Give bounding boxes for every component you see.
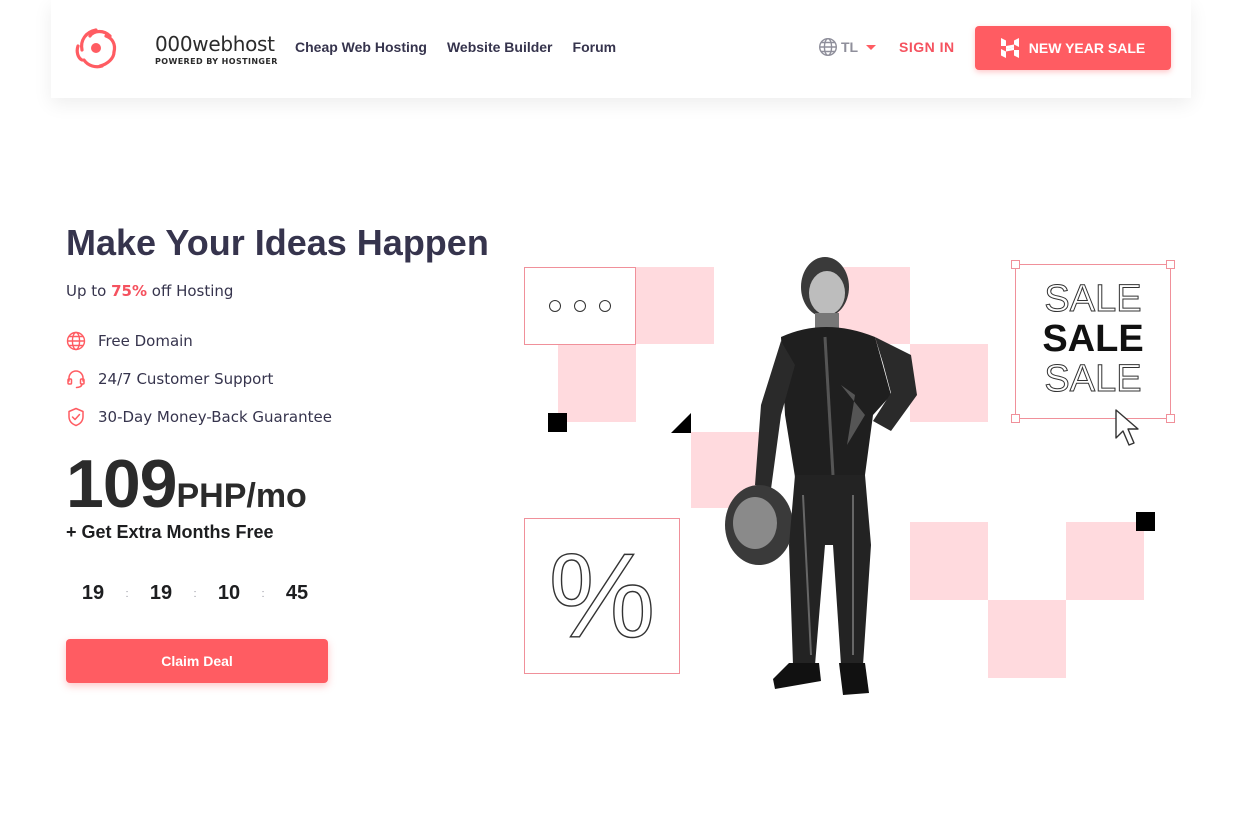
hero-title: Make Your Ideas Happen	[66, 222, 489, 263]
countdown-timer: 19 : 19 : 10 : 45	[70, 582, 320, 605]
pink-square	[636, 267, 714, 344]
feature-label: 30-Day Money-Back Guarantee	[98, 408, 332, 426]
feature-item: Free Domain	[66, 322, 332, 360]
hero-illustration: % SALE SALE SALE	[520, 240, 1220, 710]
price: 109 PHP/mo	[66, 445, 307, 523]
globe-icon	[66, 331, 86, 351]
language-selector[interactable]: TL	[818, 37, 877, 57]
mouse-cursor-icon	[1115, 409, 1139, 446]
chevron-down-icon	[866, 44, 877, 50]
dot-icon	[599, 300, 611, 312]
main-nav: Cheap Web Hosting Website Builder Forum	[295, 39, 616, 55]
logo-name: 000webhost	[155, 32, 275, 56]
black-square	[1136, 512, 1155, 531]
countdown-minutes: 10	[217, 582, 241, 604]
globe-icon	[818, 37, 838, 57]
countdown-seconds: 45	[285, 582, 309, 604]
countdown-hours: 19	[149, 582, 173, 604]
sale-word-outline: SALE	[1044, 358, 1142, 400]
corner-handle	[1166, 414, 1175, 423]
pink-square	[1066, 522, 1144, 600]
nav-forum[interactable]: Forum	[573, 39, 617, 55]
corner-handle	[1011, 260, 1020, 269]
feature-item: 30-Day Money-Back Guarantee	[66, 398, 332, 436]
hero-subtitle-prefix: Up to	[66, 282, 107, 300]
feature-label: Free Domain	[98, 332, 193, 350]
price-amount: 109	[66, 446, 177, 522]
feature-list: Free Domain 24/7 Customer Support 30-Day…	[66, 322, 332, 436]
countdown-days: 19	[81, 582, 105, 604]
countdown-separator: :	[193, 587, 197, 600]
dot-icon	[574, 300, 586, 312]
claim-deal-button[interactable]: Claim Deal	[66, 639, 328, 683]
corner-handle	[1011, 414, 1020, 423]
sale-word-outline: SALE	[1044, 278, 1142, 320]
shield-check-icon	[68, 407, 84, 427]
black-square	[548, 413, 567, 432]
discount-percent: 75%	[111, 282, 148, 300]
price-unit: PHP/mo	[176, 477, 307, 515]
logo-subtitle: POWERED BY HOSTINGER	[155, 57, 278, 66]
headset-icon	[67, 370, 85, 389]
hero-subtitle-suffix: off Hosting	[151, 282, 234, 300]
feature-label: 24/7 Customer Support	[98, 370, 274, 388]
percent-box: %	[524, 518, 680, 674]
countdown-separator: :	[125, 587, 129, 600]
site-header: 000webhost POWERED BY HOSTINGER Cheap We…	[51, 0, 1191, 98]
black-triangle	[671, 413, 691, 433]
hero-subtitle: Up to 75% off Hosting	[66, 282, 233, 300]
corner-handle	[1166, 260, 1175, 269]
extra-months-text: + Get Extra Months Free	[66, 522, 274, 542]
countdown-separator: :	[261, 587, 265, 600]
nav-cheap-web-hosting[interactable]: Cheap Web Hosting	[295, 39, 427, 55]
sign-in-link[interactable]: SIGN IN	[899, 39, 955, 55]
language-code: TL	[841, 39, 859, 55]
new-year-sale-label: NEW YEAR SALE	[1028, 40, 1146, 56]
pink-square	[558, 344, 636, 422]
logo[interactable]: 000webhost POWERED BY HOSTINGER	[70, 22, 277, 74]
logo-swirl-icon	[75, 28, 117, 69]
new-year-sale-button[interactable]: NEW YEAR SALE	[975, 26, 1171, 70]
sale-box: SALE SALE SALE	[1011, 260, 1175, 423]
chat-bubble-icon	[524, 267, 636, 345]
percent-sign: %	[548, 529, 656, 663]
sale-word-solid: SALE	[1042, 318, 1144, 360]
nav-website-builder[interactable]: Website Builder	[447, 39, 553, 55]
hostinger-h-icon	[1000, 38, 1019, 58]
dot-icon	[549, 300, 561, 312]
pink-square	[988, 600, 1066, 678]
feature-item: 24/7 Customer Support	[66, 360, 332, 398]
person-photo	[725, 257, 917, 695]
